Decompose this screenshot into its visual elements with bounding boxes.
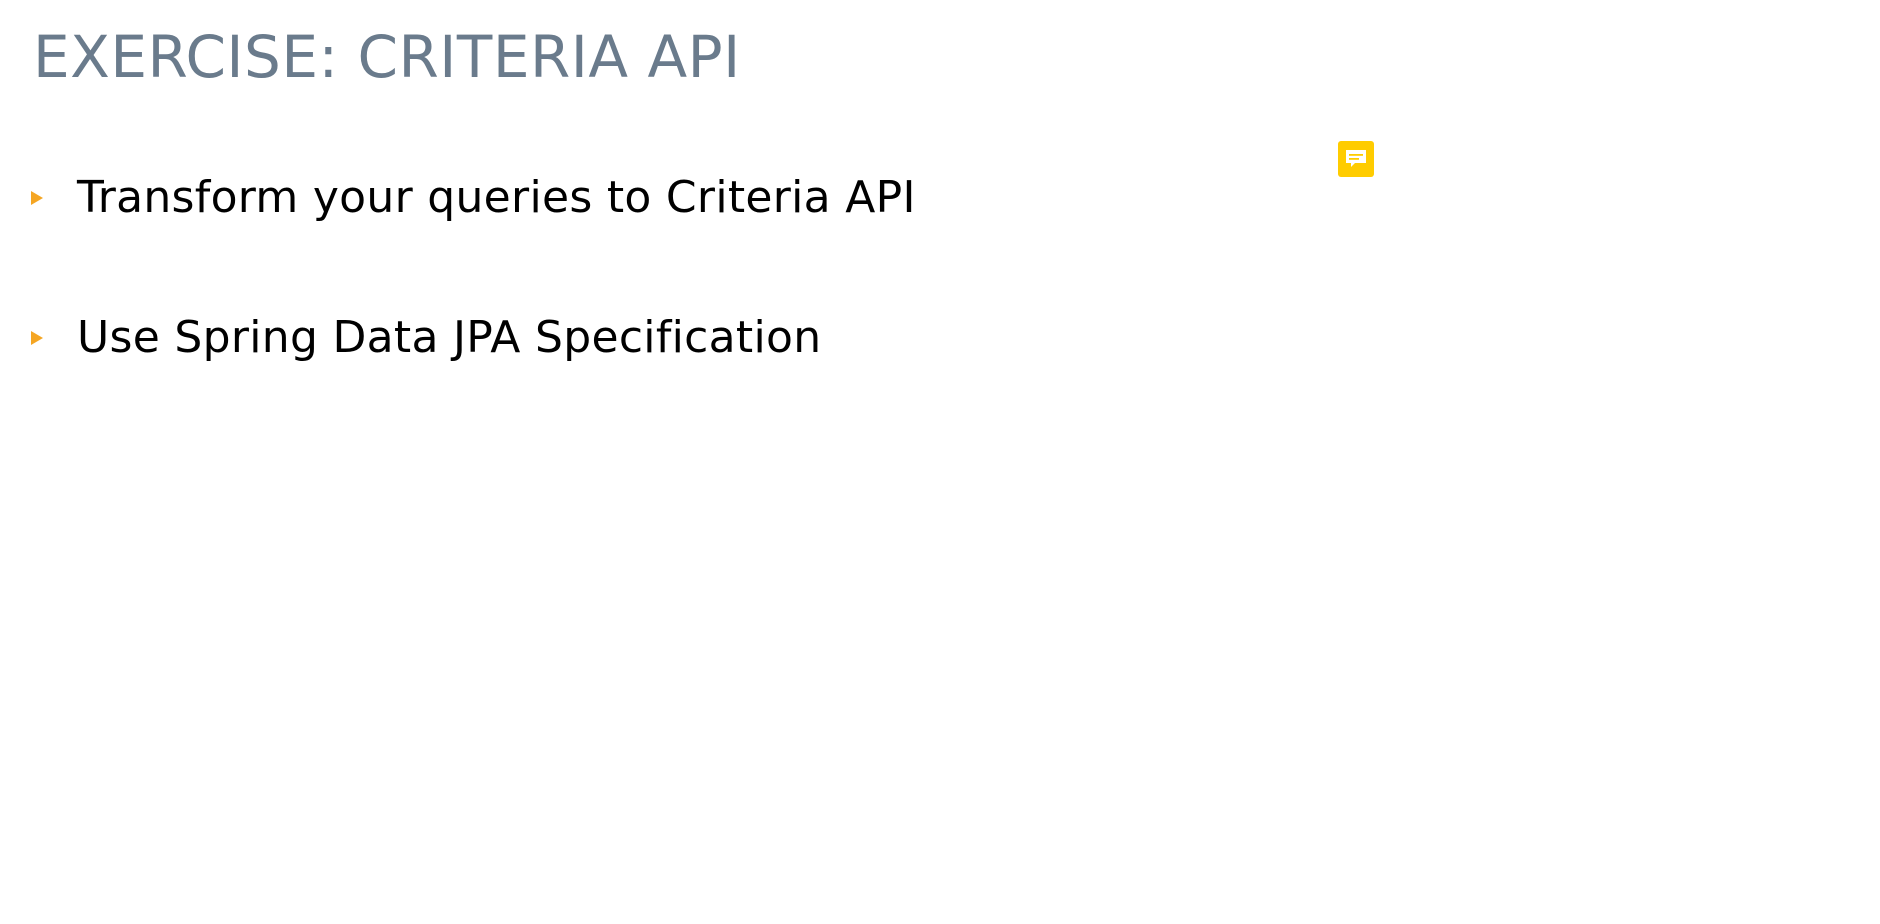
bullet-text: Transform your queries to Criteria API bbox=[77, 172, 916, 223]
comment-icon[interactable] bbox=[1338, 141, 1374, 177]
triangle-bullet-icon bbox=[30, 172, 77, 224]
list-item: Use Spring Data JPA Specification bbox=[30, 312, 916, 452]
triangle-bullet-icon bbox=[30, 312, 77, 364]
list-item: Transform your queries to Criteria API bbox=[30, 172, 916, 312]
bullet-text: Use Spring Data JPA Specification bbox=[77, 312, 822, 363]
slide-title: EXERCISE: CRITERIA API bbox=[33, 23, 741, 91]
comment-bubble-glyph bbox=[1346, 150, 1366, 167]
slide: EXERCISE: CRITERIA API Transform your qu… bbox=[0, 0, 1880, 924]
bullet-list: Transform your queries to Criteria API U… bbox=[30, 172, 916, 452]
